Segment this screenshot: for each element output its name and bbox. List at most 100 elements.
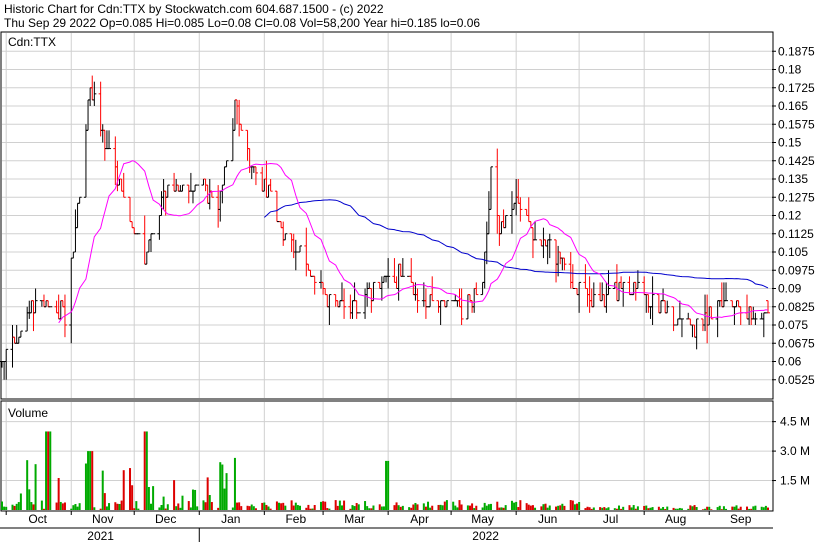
- volume-bar: [534, 507, 537, 510]
- volume-bar: [393, 505, 396, 510]
- volume-bar: [89, 451, 92, 510]
- volume-bar: [26, 460, 29, 510]
- volume-bar: [196, 506, 199, 510]
- volume-bar: [280, 503, 283, 510]
- volume-bar: [13, 505, 16, 510]
- volume-bar: [40, 500, 43, 510]
- volume-bar: [76, 506, 79, 510]
- volume-bar: [166, 504, 169, 510]
- volume-bar: [19, 493, 22, 510]
- volume-bar: [483, 502, 486, 510]
- volume-bar: [204, 502, 207, 510]
- volume-bar: [179, 507, 182, 510]
- volume-bar: [194, 489, 197, 510]
- volume-bar: [666, 506, 669, 510]
- volume-bar: [443, 501, 446, 510]
- volume-bar: [746, 506, 749, 510]
- volume-bar: [687, 508, 690, 510]
- volume-bar: [57, 478, 60, 510]
- volume-bar: [340, 505, 343, 510]
- volume-bar: [706, 506, 709, 510]
- volume-bar: [481, 507, 484, 510]
- volume-bar: [410, 507, 413, 510]
- price-grid: [2, 33, 772, 398]
- volume-bar: [319, 501, 322, 510]
- volume-bar: [540, 506, 543, 510]
- volume-bar: [357, 504, 360, 510]
- volume-bar: [175, 506, 178, 510]
- volume-bar: [693, 505, 696, 510]
- volume-bar: [296, 505, 299, 510]
- volume-bar: [189, 507, 192, 510]
- volume-bar: [525, 503, 528, 510]
- volume-bar: [143, 431, 146, 510]
- volume-bar: [290, 500, 293, 510]
- volume-bar: [11, 504, 14, 510]
- volume-bar: [701, 509, 704, 510]
- volume-bar: [672, 507, 675, 510]
- volume-bar: [569, 500, 572, 510]
- month-label: Nov: [92, 512, 113, 526]
- volume-bar: [305, 507, 308, 510]
- volume-bar: [336, 505, 339, 510]
- volume-bar: [152, 486, 155, 510]
- price-tick-label: 0.1575: [778, 117, 815, 131]
- volume-bar: [664, 509, 667, 510]
- volume-bar: [284, 505, 287, 510]
- volume-bar: [651, 507, 654, 510]
- volume-bar: [236, 502, 239, 510]
- volume-bar: [231, 507, 234, 510]
- price-tick-label: 0.0975: [778, 263, 815, 277]
- volume-bar: [55, 502, 58, 510]
- month-label: Dec: [155, 512, 176, 526]
- volume-bar: [63, 502, 66, 510]
- volume-bar: [187, 501, 190, 510]
- month-label: Sep: [730, 512, 752, 526]
- volume-bar: [548, 505, 551, 510]
- volume-bar: [422, 503, 425, 510]
- volume-bar: [382, 506, 385, 510]
- volume-tick-label: 1.5 M: [780, 474, 810, 488]
- volume-bar: [158, 507, 161, 510]
- price-tick-label: 0.18: [778, 63, 802, 77]
- volume-bar: [762, 507, 765, 510]
- volume-bar: [649, 507, 652, 510]
- volume-bar: [5, 506, 8, 510]
- volume-bar: [129, 468, 132, 510]
- volume-bar: [91, 451, 94, 510]
- volume-bar: [72, 505, 75, 510]
- volume-bar: [733, 506, 736, 510]
- volume-bar: [397, 505, 400, 510]
- volume-bar: [261, 502, 264, 510]
- volume-bar: [725, 508, 728, 510]
- volume-bar: [691, 506, 694, 510]
- volume-bar: [78, 503, 81, 510]
- year-label: 2021: [87, 529, 114, 543]
- volume-bar: [513, 502, 516, 510]
- price-tick-label: 0.15: [778, 136, 802, 150]
- price-tick-label: 0.09: [778, 282, 802, 296]
- volume-bar: [202, 500, 205, 510]
- month-label: Apr: [410, 512, 429, 526]
- volume-bar: [210, 502, 213, 510]
- stock-chart: Cdn:TTX 0.18750.180.17250.1650.15750.150…: [0, 31, 815, 543]
- volume-bar: [191, 489, 194, 510]
- volume-bar: [240, 506, 243, 510]
- volume-bar: [716, 507, 719, 510]
- volume-bar: [395, 502, 398, 510]
- volume-bar: [559, 505, 562, 510]
- volume-bar: [150, 503, 153, 510]
- volume-bar: [387, 460, 390, 510]
- price-tick-label: 0.0525: [778, 373, 815, 387]
- volume-bar: [108, 503, 111, 510]
- volume-bar: [3, 506, 6, 510]
- volume-bar: [61, 503, 64, 510]
- volume-bar: [471, 503, 474, 510]
- volume-bar: [292, 505, 295, 510]
- volume-bar: [452, 501, 455, 510]
- volume-bar: [754, 505, 757, 510]
- volume-bar: [349, 508, 352, 510]
- volume-bar: [555, 506, 558, 510]
- price-tick-label: 0.1125: [778, 227, 814, 241]
- volume-bar: [571, 500, 574, 510]
